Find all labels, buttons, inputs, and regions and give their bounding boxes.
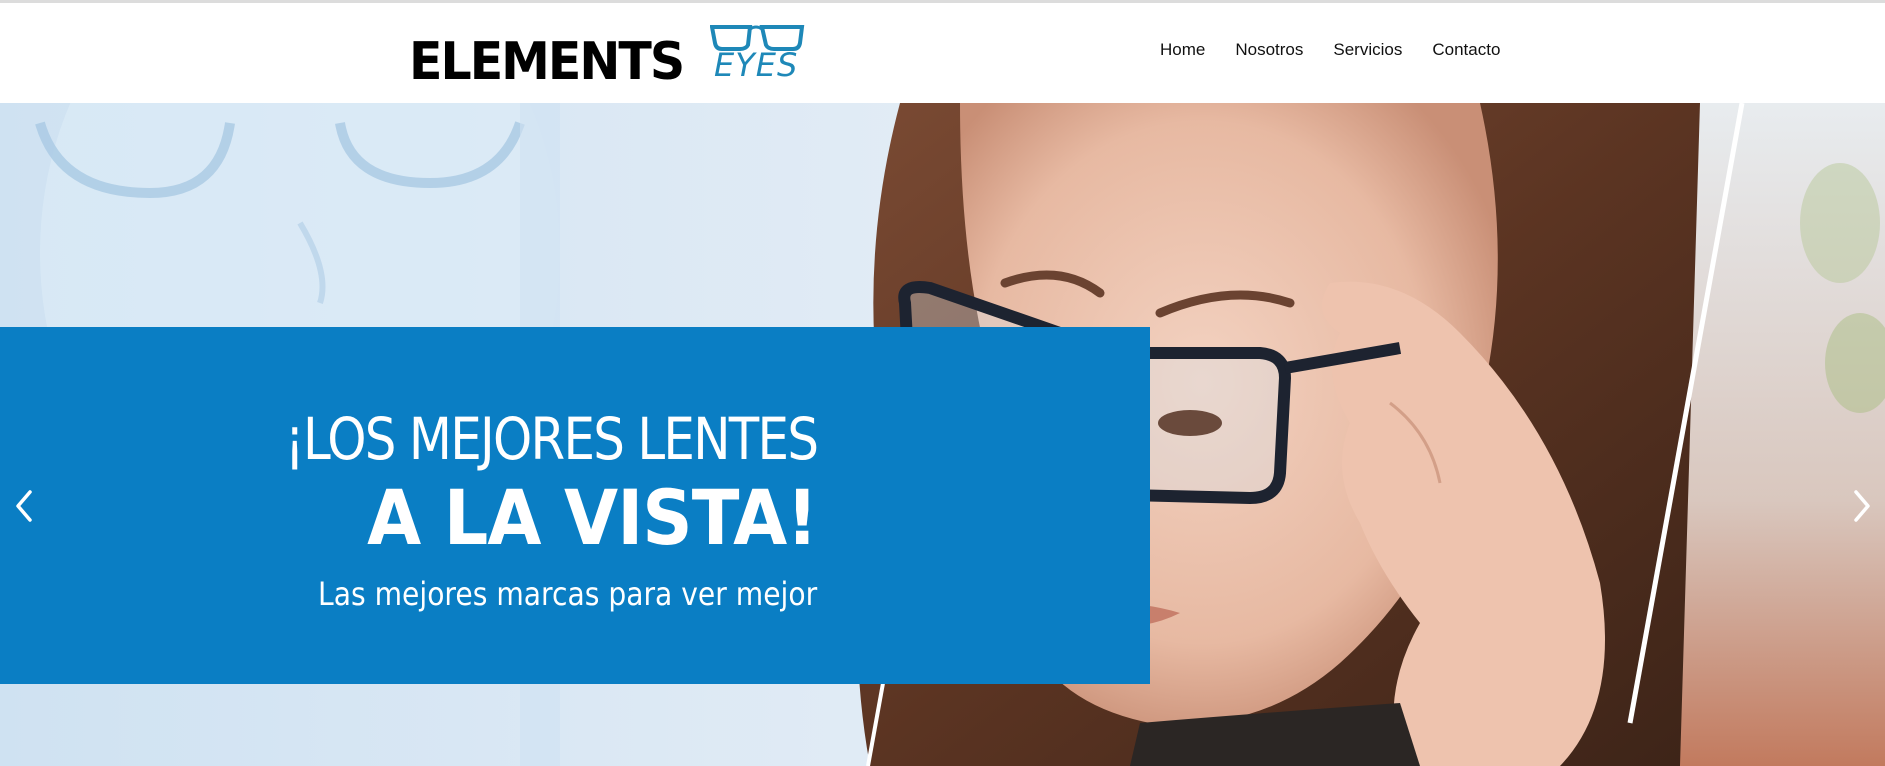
hero-subheadline: Las mejores marcas para ver mejor <box>317 575 817 613</box>
logo-sub-wordmark: EYES <box>714 46 799 84</box>
slider-next-button[interactable] <box>1850 486 1876 526</box>
hero-headline-line1: ¡LOS MEJORES LENTES <box>284 405 818 473</box>
logo-wordmark: ELEMENTS <box>409 31 685 92</box>
logo[interactable]: ELEMENTS EYES <box>409 21 805 92</box>
nav-home[interactable]: Home <box>1160 37 1205 63</box>
chevron-right-icon <box>1854 490 1870 522</box>
hero-slider: ¡LOS MEJORES LENTES A LA VISTA! Las mejo… <box>0 103 1885 766</box>
main-nav: Home Nosotros Servicios Contacto <box>1160 37 1530 63</box>
nav-servicios[interactable]: Servicios <box>1333 37 1402 63</box>
slider-prev-button[interactable] <box>10 486 36 526</box>
nav-contacto[interactable]: Contacto <box>1432 37 1500 63</box>
site-header: ELEMENTS EYES Home Nosotros Servicios Co… <box>0 3 1885 103</box>
chevron-left-icon <box>16 490 32 522</box>
hero-headline-line2: A LA VISTA! <box>366 473 818 562</box>
nav-nosotros[interactable]: Nosotros <box>1235 37 1303 63</box>
